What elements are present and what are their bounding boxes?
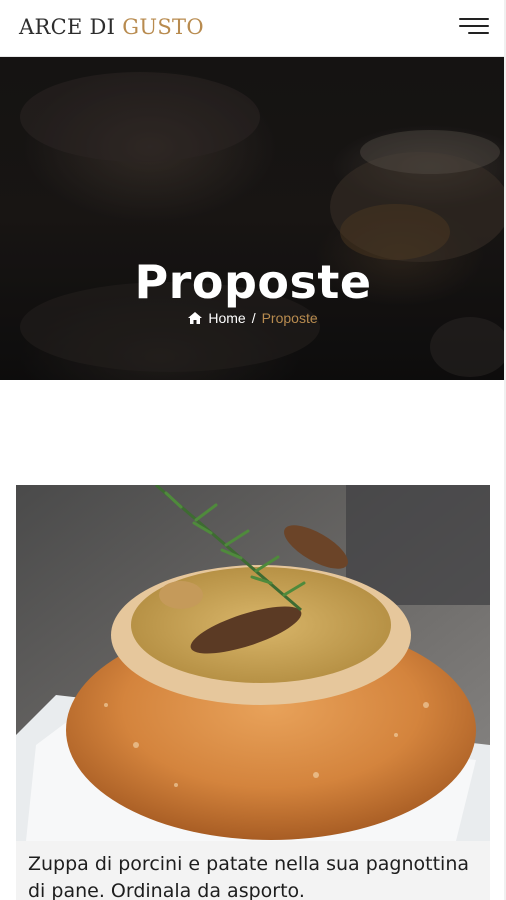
breadcrumb-separator: / bbox=[251, 310, 256, 326]
dish-caption: Zuppa di porcini e patate nella sua pagn… bbox=[16, 841, 490, 900]
site-logo[interactable]: ARCE DI GUSTO bbox=[19, 14, 204, 40]
hero-background-image bbox=[0, 57, 504, 380]
home-icon bbox=[188, 312, 203, 324]
site-header: ARCE DI GUSTO bbox=[0, 0, 504, 57]
hamburger-menu-icon[interactable] bbox=[459, 17, 489, 37]
dish-photo[interactable] bbox=[16, 485, 490, 841]
logo-text-primary: ARCE DI bbox=[19, 15, 116, 39]
breadcrumb: Home / Proposte bbox=[0, 308, 504, 328]
breadcrumb-home-link[interactable]: Home bbox=[208, 310, 245, 326]
page: ARCE DI GUSTO Proposte Home / Proposte Z… bbox=[0, 0, 506, 900]
breadcrumb-current: Proposte bbox=[261, 310, 318, 326]
page-title: Proposte bbox=[134, 254, 372, 309]
logo-text-accent: GUSTO bbox=[122, 15, 204, 39]
dish-description: Zuppa di porcini e patate nella sua pagn… bbox=[28, 853, 469, 900]
hero-banner: Proposte Home / Proposte bbox=[0, 57, 504, 380]
